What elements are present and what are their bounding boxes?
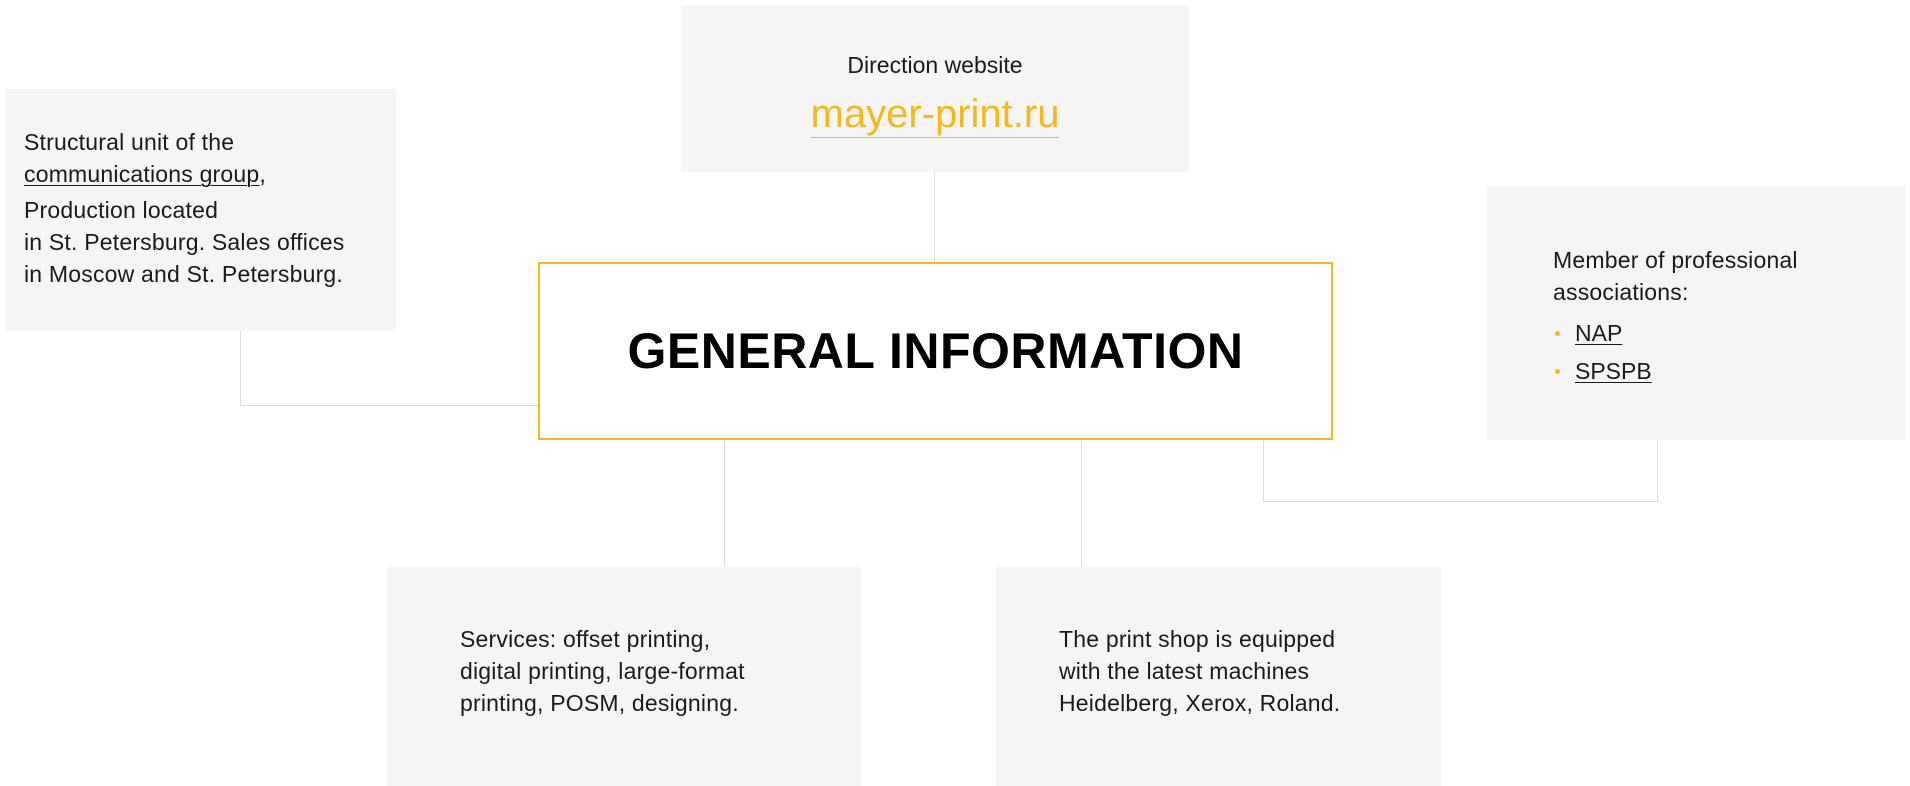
structure-card: Structural unit of the communications gr… (6, 89, 396, 331)
services-card: Services: offset printing, digital print… (387, 567, 861, 786)
structure-line-3: Production located (24, 197, 219, 223)
connector-left-vertical (240, 330, 241, 406)
equipment-line-2: with the latest machines (1059, 658, 1310, 684)
services-line-2: digital printing, large-format (460, 658, 745, 684)
website-link[interactable]: mayer-print.ru (681, 89, 1189, 139)
connector-left-horizontal (240, 405, 538, 406)
center-title: GENERAL INFORMATION (627, 323, 1244, 379)
connector-right-vertical-1 (1263, 440, 1264, 502)
structure-line-5: in Moscow and St. Petersburg. (24, 261, 344, 287)
association-item: NAP (1553, 314, 1652, 352)
services-text: Services: offset printing, digital print… (460, 623, 840, 719)
structure-comma: , (259, 161, 266, 187)
website-card: Direction website mayer-print.ru (681, 5, 1189, 172)
equipment-card: The print shop is equipped with the late… (996, 567, 1441, 786)
connector-top (934, 172, 935, 262)
equipment-text: The print shop is equipped with the late… (1059, 623, 1429, 719)
equipment-line-3: Heidelberg, Xerox, Roland. (1059, 690, 1341, 716)
website-link-text[interactable]: mayer-print.ru (810, 92, 1060, 138)
association-link-spspb[interactable]: SPSPB (1575, 358, 1652, 384)
center-box: GENERAL INFORMATION (538, 262, 1333, 440)
website-label: Direction website (847, 52, 1023, 78)
structure-line-2: communications group, (24, 158, 394, 190)
associations-title: Member of professional associations: (1553, 247, 1798, 305)
bullet-icon (1555, 331, 1560, 336)
services-line-3: printing, POSM, designing. (460, 690, 739, 716)
services-line-1: Services: offset printing, (460, 626, 711, 652)
structure-line-1: Structural unit of the (24, 129, 235, 155)
structure-text: Structural unit of the communications gr… (24, 126, 394, 290)
connector-bottom-right (1081, 440, 1082, 567)
connector-bottom-left (724, 440, 725, 567)
connector-right-vertical-2 (1657, 440, 1658, 502)
connector-right-horizontal (1263, 501, 1658, 502)
communications-group-link[interactable]: communications group (24, 161, 259, 187)
associations-list: NAP SPSPB (1553, 314, 1652, 390)
association-link-nap[interactable]: NAP (1575, 320, 1622, 346)
association-item: SPSPB (1553, 352, 1652, 390)
bullet-icon (1555, 369, 1560, 374)
associations-card: Member of professional associations: NAP… (1487, 186, 1905, 440)
structure-line-4: in St. Petersburg. Sales offices (24, 229, 345, 255)
equipment-line-1: The print shop is equipped (1059, 626, 1336, 652)
